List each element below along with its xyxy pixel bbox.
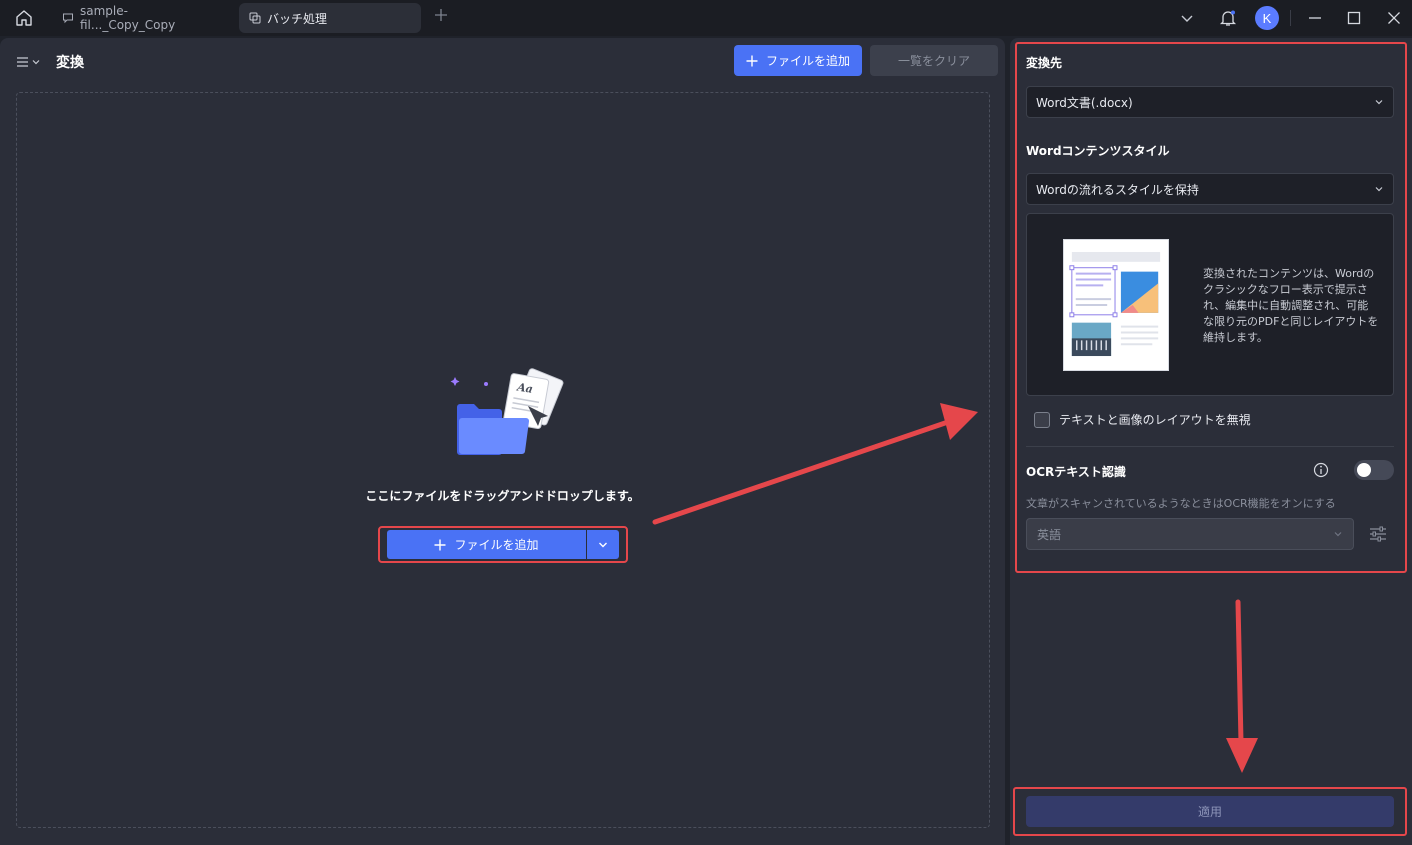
sliders-icon[interactable] — [1368, 524, 1388, 544]
add-file-options-button[interactable] — [587, 530, 619, 559]
output-format-label: 変換先 — [1026, 56, 1063, 70]
conversion-panel: 変換 ファイルを追加 一覧をクリア Aa ここにファイルをドラッグアンドドロップ… — [0, 38, 1005, 845]
add-file-button[interactable]: ファイルを追加 — [734, 45, 862, 76]
avatar: K — [1255, 6, 1279, 30]
batch-icon — [249, 12, 261, 24]
tab-label: バッチ処理 — [267, 11, 328, 26]
divider — [1290, 10, 1291, 26]
folder-files-illustration: Aa — [450, 368, 564, 455]
ignore-layout-label: テキストと画像のレイアウトを無視 — [1059, 413, 1251, 427]
document-preview-thumbnail — [1063, 239, 1169, 371]
new-tab-button[interactable] — [431, 7, 451, 27]
chevron-down-icon — [1181, 15, 1193, 22]
plus-icon — [434, 539, 446, 550]
page-title: 変換 — [56, 55, 84, 71]
add-file-label: ファイルを追加 — [765, 54, 850, 68]
maximize-button[interactable] — [1342, 6, 1366, 30]
ignore-layout-checkbox[interactable] — [1034, 411, 1050, 428]
menu-button[interactable] — [16, 54, 44, 70]
section-divider — [1026, 446, 1394, 447]
maximize-icon — [1347, 11, 1361, 25]
home-button[interactable] — [10, 6, 38, 30]
drop-zone-add-file-button[interactable]: ファイルを追加 — [387, 530, 586, 559]
style-preview: 変換されたコンテンツは、Wordのクラシックなフロー表示で提示され、編集中に自動… — [1026, 213, 1394, 396]
ocr-toggle[interactable] — [1354, 460, 1394, 480]
comment-icon — [62, 12, 74, 24]
menu-icon — [17, 57, 28, 67]
content-style-select[interactable]: Wordの流れるスタイルを保持 — [1026, 173, 1394, 205]
chevron-down-icon — [32, 60, 40, 65]
notification-button[interactable] — [1216, 6, 1240, 30]
ocr-language-select[interactable]: 英語 — [1026, 518, 1354, 550]
chevron-down-icon — [1375, 187, 1383, 192]
minimize-icon — [1309, 17, 1321, 19]
ignore-layout-option[interactable]: テキストと画像のレイアウトを無視 — [1034, 411, 1251, 428]
ocr-language-value: 英語 — [1037, 527, 1062, 542]
apply-label: 適用 — [1197, 805, 1222, 819]
minimize-button[interactable] — [1303, 6, 1327, 30]
content-style-value: Wordの流れるスタイルを保持 — [1036, 182, 1199, 197]
plus-icon — [435, 9, 447, 21]
user-avatar[interactable]: K — [1255, 6, 1279, 30]
home-icon — [16, 10, 32, 26]
ocr-label: OCRテキスト認識 — [1026, 465, 1126, 479]
tab-document[interactable]: sample-fil..._Copy_Copy — [52, 3, 232, 33]
title-bar: sample-fil..._Copy_Copy バッチ処理 K — [0, 0, 1412, 36]
apply-button[interactable]: 適用 — [1026, 796, 1394, 827]
bell-icon — [1219, 10, 1237, 26]
tab-batch-process[interactable]: バッチ処理 — [239, 3, 421, 33]
clear-list-button[interactable]: 一覧をクリア — [870, 45, 998, 76]
plus-icon — [746, 55, 758, 66]
output-format-value: Word文書(.docx) — [1036, 95, 1133, 110]
toggle-knob — [1357, 463, 1371, 477]
ocr-hint: 文章がスキャンされているようなときはOCR機能をオンにする — [1026, 497, 1336, 510]
chevron-down-icon — [1375, 100, 1383, 105]
output-format-select[interactable]: Word文書(.docx) — [1026, 86, 1394, 118]
clear-list-label: 一覧をクリア — [897, 54, 970, 68]
tab-label: sample-fil..._Copy_Copy — [80, 4, 176, 32]
dropdown-button[interactable] — [1176, 6, 1198, 30]
add-file-label: ファイルを追加 — [454, 538, 539, 552]
drop-zone-text: ここにファイルをドラッグアンドドロップします。 — [365, 489, 640, 503]
close-button[interactable] — [1382, 6, 1406, 30]
close-icon — [1388, 12, 1400, 24]
style-description: 変換されたコンテンツは、Wordのクラシックなフロー表示で提示され、編集中に自動… — [1203, 267, 1379, 344]
chevron-down-icon — [1334, 532, 1342, 537]
chevron-down-icon — [599, 542, 607, 547]
content-style-label: Wordコンテンツスタイル — [1026, 144, 1170, 158]
info-icon[interactable] — [1313, 462, 1329, 478]
